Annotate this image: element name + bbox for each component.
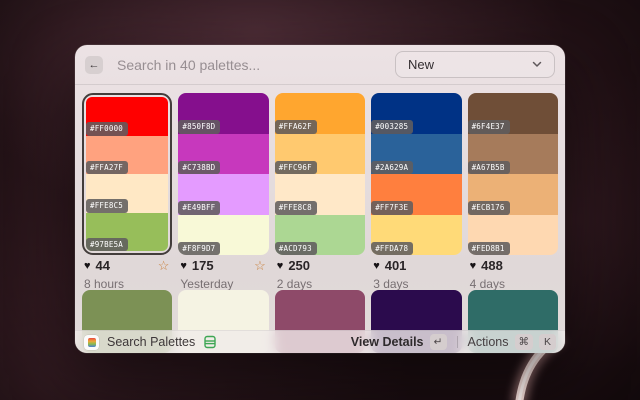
palette-swatch: #2A629A (371, 134, 461, 175)
palette-swatch: #E49BFF (178, 174, 268, 215)
view-details-label: View Details (351, 335, 424, 349)
palette-stats-4: ♥ 401 ☆ 3 days (371, 258, 461, 291)
swatch-hex-label: #003285 (371, 120, 413, 134)
swatch-hex-label: #2A629A (371, 161, 413, 175)
swatch-hex-label: #FFC96F (275, 161, 317, 175)
swatch-hex-label: #97BE5A (86, 238, 128, 252)
palette-age: 3 days (373, 277, 461, 291)
sort-dropdown[interactable]: New (395, 51, 555, 78)
likes-count: 401 (385, 258, 407, 273)
search-header: ← New (75, 45, 565, 85)
search-input[interactable] (117, 57, 395, 73)
likes-count: 488 (481, 258, 503, 273)
likes-count: 44 (96, 258, 110, 273)
command-key-icon: ⌘ (515, 334, 534, 350)
palette-card: #850F8D #C738BD #E49BFF #F8F9D7 (178, 93, 268, 255)
palette-swatch: #FFC96F (275, 134, 365, 175)
actions-label: Actions (468, 335, 509, 349)
favorite-star-icon: ☆ (254, 259, 266, 272)
swatch-hex-label: #FF7F3E (371, 201, 413, 215)
swatch-hex-label: #A67B5B (468, 161, 510, 175)
back-button[interactable]: ← (85, 56, 103, 74)
palette-swatch: #F8F9D7 (178, 215, 268, 256)
extension-icon-glyph (88, 338, 96, 347)
likes-count: 175 (192, 258, 214, 273)
palette-age: 8 hours (84, 277, 172, 291)
swatch-hex-label: #C738BD (178, 161, 220, 175)
extension-icon (84, 335, 99, 350)
swatch-hex-label: #FFE8C8 (275, 201, 317, 215)
swatch-hex-label: #850F8D (178, 120, 220, 134)
swatch-hex-label: #ECB176 (468, 201, 510, 215)
palette-swatch: #A67B5B (468, 134, 558, 175)
palette-swatch: #003285 (371, 93, 461, 134)
saved-database-icon (203, 335, 217, 349)
command-name: Search Palettes (107, 335, 195, 349)
palette-swatch: #ACD793 (275, 215, 365, 256)
palette-swatch: #FFA27F (86, 136, 168, 175)
palette-card: #6F4E37 #A67B5B #ECB176 #FED8B1 (468, 93, 558, 255)
palette-swatch: #850F8D (178, 93, 268, 134)
palette-item-1[interactable]: #FF0000 #FFA27F #FFE8C5 #97BE5A (82, 93, 172, 255)
return-key-icon: ↵ (430, 334, 447, 350)
heart-icon: ♥ (373, 260, 380, 272)
palette-stats-2: ♥ 175 ☆ Yesterday (178, 258, 268, 291)
actions-button[interactable]: Actions ⌘ K (468, 334, 557, 350)
palette-item-4[interactable]: #003285 #2A629A #FF7F3E #FFDA78 (371, 93, 461, 255)
swatch-hex-label: #FFE8C5 (86, 199, 128, 213)
palette-swatch: #97BE5A (86, 213, 168, 252)
palette-swatch: #FF7F3E (371, 174, 461, 215)
heart-icon: ♥ (470, 260, 477, 272)
selection-ring: #FF0000 #FFA27F #FFE8C5 #97BE5A (82, 93, 172, 255)
back-arrow-icon: ← (89, 59, 100, 71)
palette-age: 2 days (277, 277, 365, 291)
chevron-down-icon (532, 61, 542, 68)
heart-icon: ♥ (180, 260, 187, 272)
swatch-hex-label: #F8F9D7 (178, 242, 220, 256)
palette-swatch: #C738BD (178, 134, 268, 175)
palette-card: #003285 #2A629A #FF7F3E #FFDA78 (371, 93, 461, 255)
swatch-hex-label: #FF0000 (86, 122, 128, 136)
favorite-star-icon: ☆ (158, 259, 170, 272)
swatch-hex-label: #E49BFF (178, 201, 220, 215)
palette-swatch: #FFDA78 (371, 215, 461, 256)
heart-icon: ♥ (84, 260, 91, 272)
palette-card: #FFA62F #FFC96F #FFE8C8 #ACD793 (275, 93, 365, 255)
palette-stats-5: ♥ 488 ☆ 4 days (468, 258, 558, 291)
palette-swatch: #FFA62F (275, 93, 365, 134)
palette-grid: #FF0000 #FFA27F #FFE8C5 #97BE5A #850F8D … (82, 93, 558, 255)
status-bar: Search Palettes View Details ↵ Actions ⌘… (75, 330, 565, 353)
swatch-hex-label: #FFA27F (86, 161, 128, 175)
palette-card: #FF0000 #FFA27F #FFE8C5 #97BE5A (86, 97, 168, 251)
palette-age: Yesterday (180, 277, 268, 291)
heart-icon: ♥ (277, 260, 284, 272)
palette-swatch: #FED8B1 (468, 215, 558, 256)
palette-stats-row: ♥ 44 ☆ 8 hours ♥ 175 ☆ Yesterday ♥ 250 ☆… (82, 258, 558, 291)
palette-stats-3: ♥ 250 ☆ 2 days (275, 258, 365, 291)
palette-swatch: #6F4E37 (468, 93, 558, 134)
sort-dropdown-value: New (408, 57, 532, 72)
k-key-icon: K (539, 334, 556, 350)
palette-stats-1: ♥ 44 ☆ 8 hours (82, 258, 172, 291)
palette-swatch: #ECB176 (468, 174, 558, 215)
palette-swatch: #FFE8C5 (86, 174, 168, 213)
palette-item-5[interactable]: #6F4E37 #A67B5B #ECB176 #FED8B1 (468, 93, 558, 255)
swatch-hex-label: #ACD793 (275, 242, 317, 256)
palette-swatch: #FF0000 (86, 97, 168, 136)
footer-divider (457, 336, 458, 348)
palette-item-2[interactable]: #850F8D #C738BD #E49BFF #F8F9D7 (178, 93, 268, 255)
swatch-hex-label: #FFA62F (275, 120, 317, 134)
palette-search-window: ← New #FF0000 #FFA27F #FFE8C5 #97BE5A # (75, 45, 565, 353)
swatch-hex-label: #FFDA78 (371, 242, 413, 256)
swatch-hex-label: #FED8B1 (468, 242, 510, 256)
likes-count: 250 (288, 258, 310, 273)
swatch-hex-label: #6F4E37 (468, 120, 510, 134)
palette-age: 4 days (470, 277, 558, 291)
view-details-button[interactable]: View Details ↵ (351, 334, 447, 350)
palette-swatch: #FFE8C8 (275, 174, 365, 215)
palette-item-3[interactable]: #FFA62F #FFC96F #FFE8C8 #ACD793 (275, 93, 365, 255)
